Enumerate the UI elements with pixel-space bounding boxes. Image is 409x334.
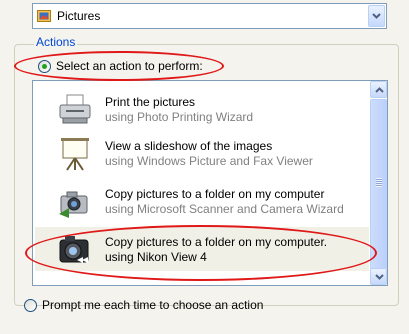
- scroll-up-button[interactable]: [370, 81, 387, 98]
- chevron-down-icon: [375, 274, 384, 280]
- pictures-folder-icon: [37, 10, 51, 22]
- list-item-nikon-view[interactable]: Copy pictures to a folder on my computer…: [35, 227, 369, 271]
- item-title: View a slideshow of the images: [105, 139, 273, 153]
- scroll-thumb[interactable]: [370, 99, 387, 269]
- projection-screen-icon: [61, 138, 89, 171]
- chevron-up-icon: [375, 87, 384, 93]
- select-action-radio[interactable]: [38, 59, 51, 73]
- grip-icon: [376, 178, 382, 187]
- prompt-label: Prompt me each time to choose an action: [42, 298, 264, 312]
- scroll-down-button[interactable]: [370, 268, 387, 285]
- content-type-value: Pictures: [57, 9, 101, 23]
- chevron-down-icon: [372, 13, 381, 19]
- prompt-radio[interactable]: [24, 298, 37, 312]
- item-title: Copy pictures to a folder on my computer…: [105, 235, 328, 249]
- item-title: Copy pictures to a folder on my computer: [105, 187, 325, 201]
- action-list[interactable]: Print the pictures using Photo Printing …: [32, 80, 388, 286]
- item-subtitle: using Microsoft Scanner and Camera Wizar…: [105, 202, 344, 216]
- list-item-camera-wizard[interactable]: Copy pictures to a folder on my computer…: [35, 179, 369, 223]
- select-action-label: Select an action to perform:: [56, 59, 203, 73]
- printer-icon: [59, 94, 91, 124]
- camera-wizard-icon: [59, 191, 88, 218]
- select-action-radio-row[interactable]: Select an action to perform:: [38, 58, 203, 74]
- item-title: Print the pictures: [105, 95, 196, 109]
- list-scrollbar[interactable]: [370, 81, 387, 285]
- dropdown-button[interactable]: [368, 5, 385, 27]
- item-subtitle: using Nikon View 4: [105, 250, 207, 264]
- actions-legend: Actions: [34, 35, 78, 49]
- list-item-slideshow[interactable]: View a slideshow of the images using Win…: [35, 131, 369, 175]
- prompt-radio-row[interactable]: Prompt me each time to choose an action: [24, 297, 263, 313]
- item-subtitle: using Photo Printing Wizard: [105, 110, 254, 124]
- list-item-print[interactable]: Print the pictures using Photo Printing …: [35, 87, 369, 131]
- item-subtitle: using Windows Picture and Fax Viewer: [105, 154, 313, 168]
- nikon-camera-icon: [59, 236, 89, 263]
- content-type-dropdown[interactable]: Pictures: [32, 3, 387, 29]
